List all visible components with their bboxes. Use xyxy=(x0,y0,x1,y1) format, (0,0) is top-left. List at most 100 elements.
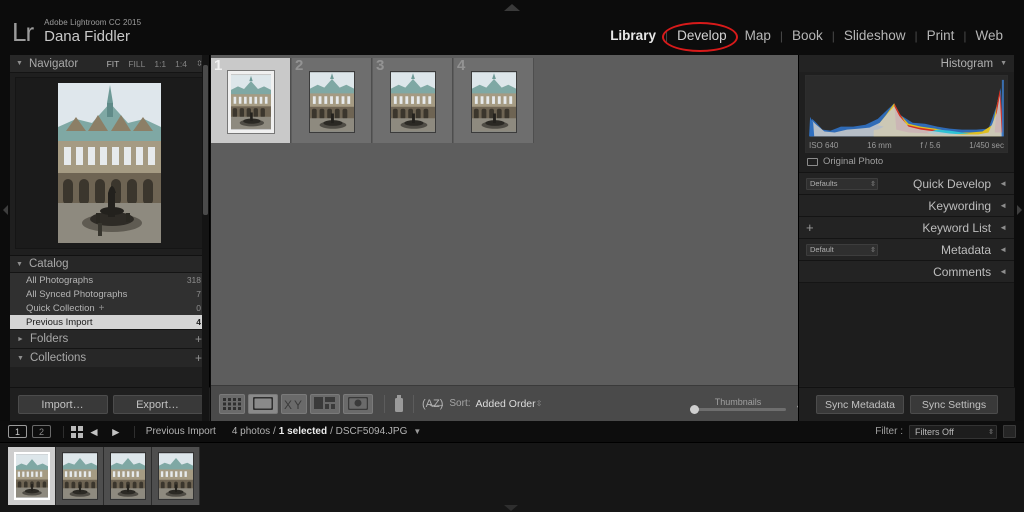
filmstrip-source[interactable]: Previous Import xyxy=(146,426,216,437)
histogram-header[interactable]: Histogram ▼ xyxy=(799,55,1014,72)
left-panel-scrollbar[interactable] xyxy=(202,55,209,421)
zoom-fill[interactable]: FILL xyxy=(128,59,145,69)
zoom-1-4[interactable]: 1:4 xyxy=(175,59,187,69)
bottom-panel-toggle-arrow[interactable] xyxy=(504,505,518,511)
zoom-1-1[interactable]: 1:1 xyxy=(154,59,166,69)
module-book[interactable]: Book xyxy=(783,28,832,43)
add-collection-icon[interactable]: + xyxy=(195,351,202,365)
left-panel-edge[interactable] xyxy=(0,55,10,421)
grid-cell[interactable]: 1 xyxy=(211,58,291,143)
quick-develop-preset-select[interactable]: Defaults ⇳ xyxy=(806,177,878,190)
scrollbar-thumb[interactable] xyxy=(203,65,208,215)
grid-cell[interactable]: 4 xyxy=(454,58,534,143)
quick-develop-section[interactable]: Defaults ⇳ Quick Develop ◄ xyxy=(799,172,1014,194)
filmstrip-thumbnails[interactable] xyxy=(0,443,1024,512)
navigator-preview[interactable] xyxy=(15,77,204,249)
filter-toggle-button[interactable] xyxy=(1003,425,1016,438)
go-forward-arrow-icon[interactable]: ► xyxy=(110,426,122,438)
catalog-twisty-icon[interactable]: ▼ xyxy=(16,261,23,268)
sync-metadata-button[interactable]: Sync Metadata xyxy=(816,395,904,414)
grid-view-button[interactable] xyxy=(219,393,245,414)
metadata-section[interactable]: Default ⇳ Metadata ◄ xyxy=(799,238,1014,260)
people-view-button[interactable] xyxy=(343,393,373,414)
filmstrip-header: 1 2 ◄ ► Previous Import 4 photos / 1 sel… xyxy=(0,421,1024,443)
collapse-left-arrow-icon[interactable] xyxy=(3,205,8,215)
grid-view-toggle-icon[interactable] xyxy=(71,425,83,438)
collections-twisty-icon[interactable]: ▼ xyxy=(17,355,24,362)
grid-cell[interactable]: 2 xyxy=(292,58,372,143)
add-folder-icon[interactable]: + xyxy=(195,332,202,346)
metadata-preset-select[interactable]: Default ⇳ xyxy=(806,243,878,256)
grid-cell[interactable]: 3 xyxy=(373,58,453,143)
module-web[interactable]: Web xyxy=(966,28,1012,43)
compare-view-button[interactable]: X Y xyxy=(281,393,307,414)
select-stepper-icon[interactable]: ⇳ xyxy=(870,179,876,190)
metadata-caret-icon[interactable]: ◄ xyxy=(999,245,1007,254)
folders-twisty-icon[interactable]: ► xyxy=(17,336,24,343)
survey-view-button[interactable] xyxy=(310,393,340,414)
filmstrip-item[interactable] xyxy=(8,447,56,505)
histogram-caret-icon[interactable]: ▼ xyxy=(1000,60,1007,67)
top-panel-toggle-arrow[interactable] xyxy=(504,4,520,11)
sort-direction-icon[interactable]: (A̶Z̶) xyxy=(422,398,443,410)
folders-header[interactable]: ► Folders + xyxy=(10,329,209,348)
slider-knob[interactable] xyxy=(690,404,699,414)
module-slideshow[interactable]: Slideshow xyxy=(835,28,915,43)
keyword-list-section[interactable]: + Keyword List ◄ xyxy=(799,216,1014,238)
right-panel-edge[interactable] xyxy=(1014,55,1024,421)
comments-section[interactable]: Comments ◄ xyxy=(799,260,1014,282)
module-map[interactable]: Map xyxy=(736,28,780,43)
filmstrip-item[interactable] xyxy=(56,447,104,505)
thumbnail-size-slider[interactable]: Thumbnails ▼ xyxy=(690,397,804,414)
keywording-section[interactable]: Keywording ◄ xyxy=(799,194,1014,216)
histogram-chart[interactable]: ISO 640 16 mm f / 5.6 1/450 sec xyxy=(805,75,1008,153)
filmstrip-item[interactable] xyxy=(152,447,200,505)
filmstrip-source-caret-icon[interactable]: ▼ xyxy=(413,427,421,436)
catalog-item-previous-import[interactable]: Previous Import 4 xyxy=(10,315,209,329)
right-panel-footer: Sync Metadata Sync Settings xyxy=(799,387,1015,421)
comments-caret-icon[interactable]: ◄ xyxy=(999,267,1007,276)
original-photo-label: Original Photo xyxy=(823,156,884,167)
sort-value[interactable]: Added Order xyxy=(476,398,536,410)
slider-track[interactable] xyxy=(690,404,786,414)
select-stepper-icon[interactable]: ⇳ xyxy=(870,245,876,256)
module-develop[interactable]: Develop xyxy=(668,28,736,43)
catalog-item-quick-collection[interactable]: Quick Collection + 0 xyxy=(10,301,209,315)
catalog-item-all-synced-photographs[interactable]: All Synced Photographs 7 xyxy=(10,287,209,301)
keyword-list-label: Keyword List xyxy=(922,220,992,235)
navigator-twisty-icon[interactable]: ▼ xyxy=(16,60,23,67)
go-back-arrow-icon[interactable]: ◄ xyxy=(88,426,100,438)
filter-stepper-icon[interactable]: ⇳ xyxy=(988,426,994,439)
add-keyword-icon[interactable]: + xyxy=(806,220,814,235)
filter-controls: Filter : Filters Off ⇳ xyxy=(875,424,1016,439)
monitor-1-button[interactable]: 1 xyxy=(8,425,27,438)
identity-plate[interactable]: Lr Adobe Lightroom CC 2015 Dana Fiddler xyxy=(12,17,141,47)
catalog-header[interactable]: ▼ Catalog xyxy=(10,255,209,273)
quick-develop-caret-icon[interactable]: ◄ xyxy=(999,179,1007,188)
keyword-list-caret-icon[interactable]: ◄ xyxy=(999,223,1007,232)
spray-can-icon xyxy=(395,394,403,412)
original-photo-row[interactable]: Original Photo xyxy=(807,156,1006,167)
navigator-header[interactable]: ▼ Navigator FIT FILL 1:1 1:4 ⇳ xyxy=(10,55,209,73)
import-button[interactable]: Import… xyxy=(17,395,108,414)
painter-tool-button[interactable] xyxy=(393,394,405,414)
collapse-right-arrow-icon[interactable] xyxy=(1017,205,1022,215)
module-library[interactable]: Library xyxy=(601,28,665,43)
sync-settings-button[interactable]: Sync Settings xyxy=(910,395,998,414)
collections-header[interactable]: ▼ Collections + xyxy=(10,348,209,367)
sort-stepper-icon[interactable]: ⇳ xyxy=(536,399,543,408)
module-print[interactable]: Print xyxy=(918,28,964,43)
export-button[interactable]: Export… xyxy=(112,395,203,414)
grid-view[interactable]: 1 2 3 4 xyxy=(211,55,798,385)
zoom-fit[interactable]: FIT xyxy=(107,59,120,69)
loupe-view-button[interactable] xyxy=(248,393,278,414)
monitor-2-button[interactable]: 2 xyxy=(32,425,51,438)
survey-icon xyxy=(314,397,335,409)
filmstrip-item[interactable] xyxy=(104,447,152,505)
catalog-item-all-photographs[interactable]: All Photographs 318 xyxy=(10,273,209,287)
grid-cell-index: 2 xyxy=(295,57,304,74)
grid-thumbnail xyxy=(226,70,275,134)
keywording-caret-icon[interactable]: ◄ xyxy=(999,201,1007,210)
filter-select[interactable]: Filters Off ⇳ xyxy=(909,424,997,439)
comments-label: Comments xyxy=(933,264,992,279)
